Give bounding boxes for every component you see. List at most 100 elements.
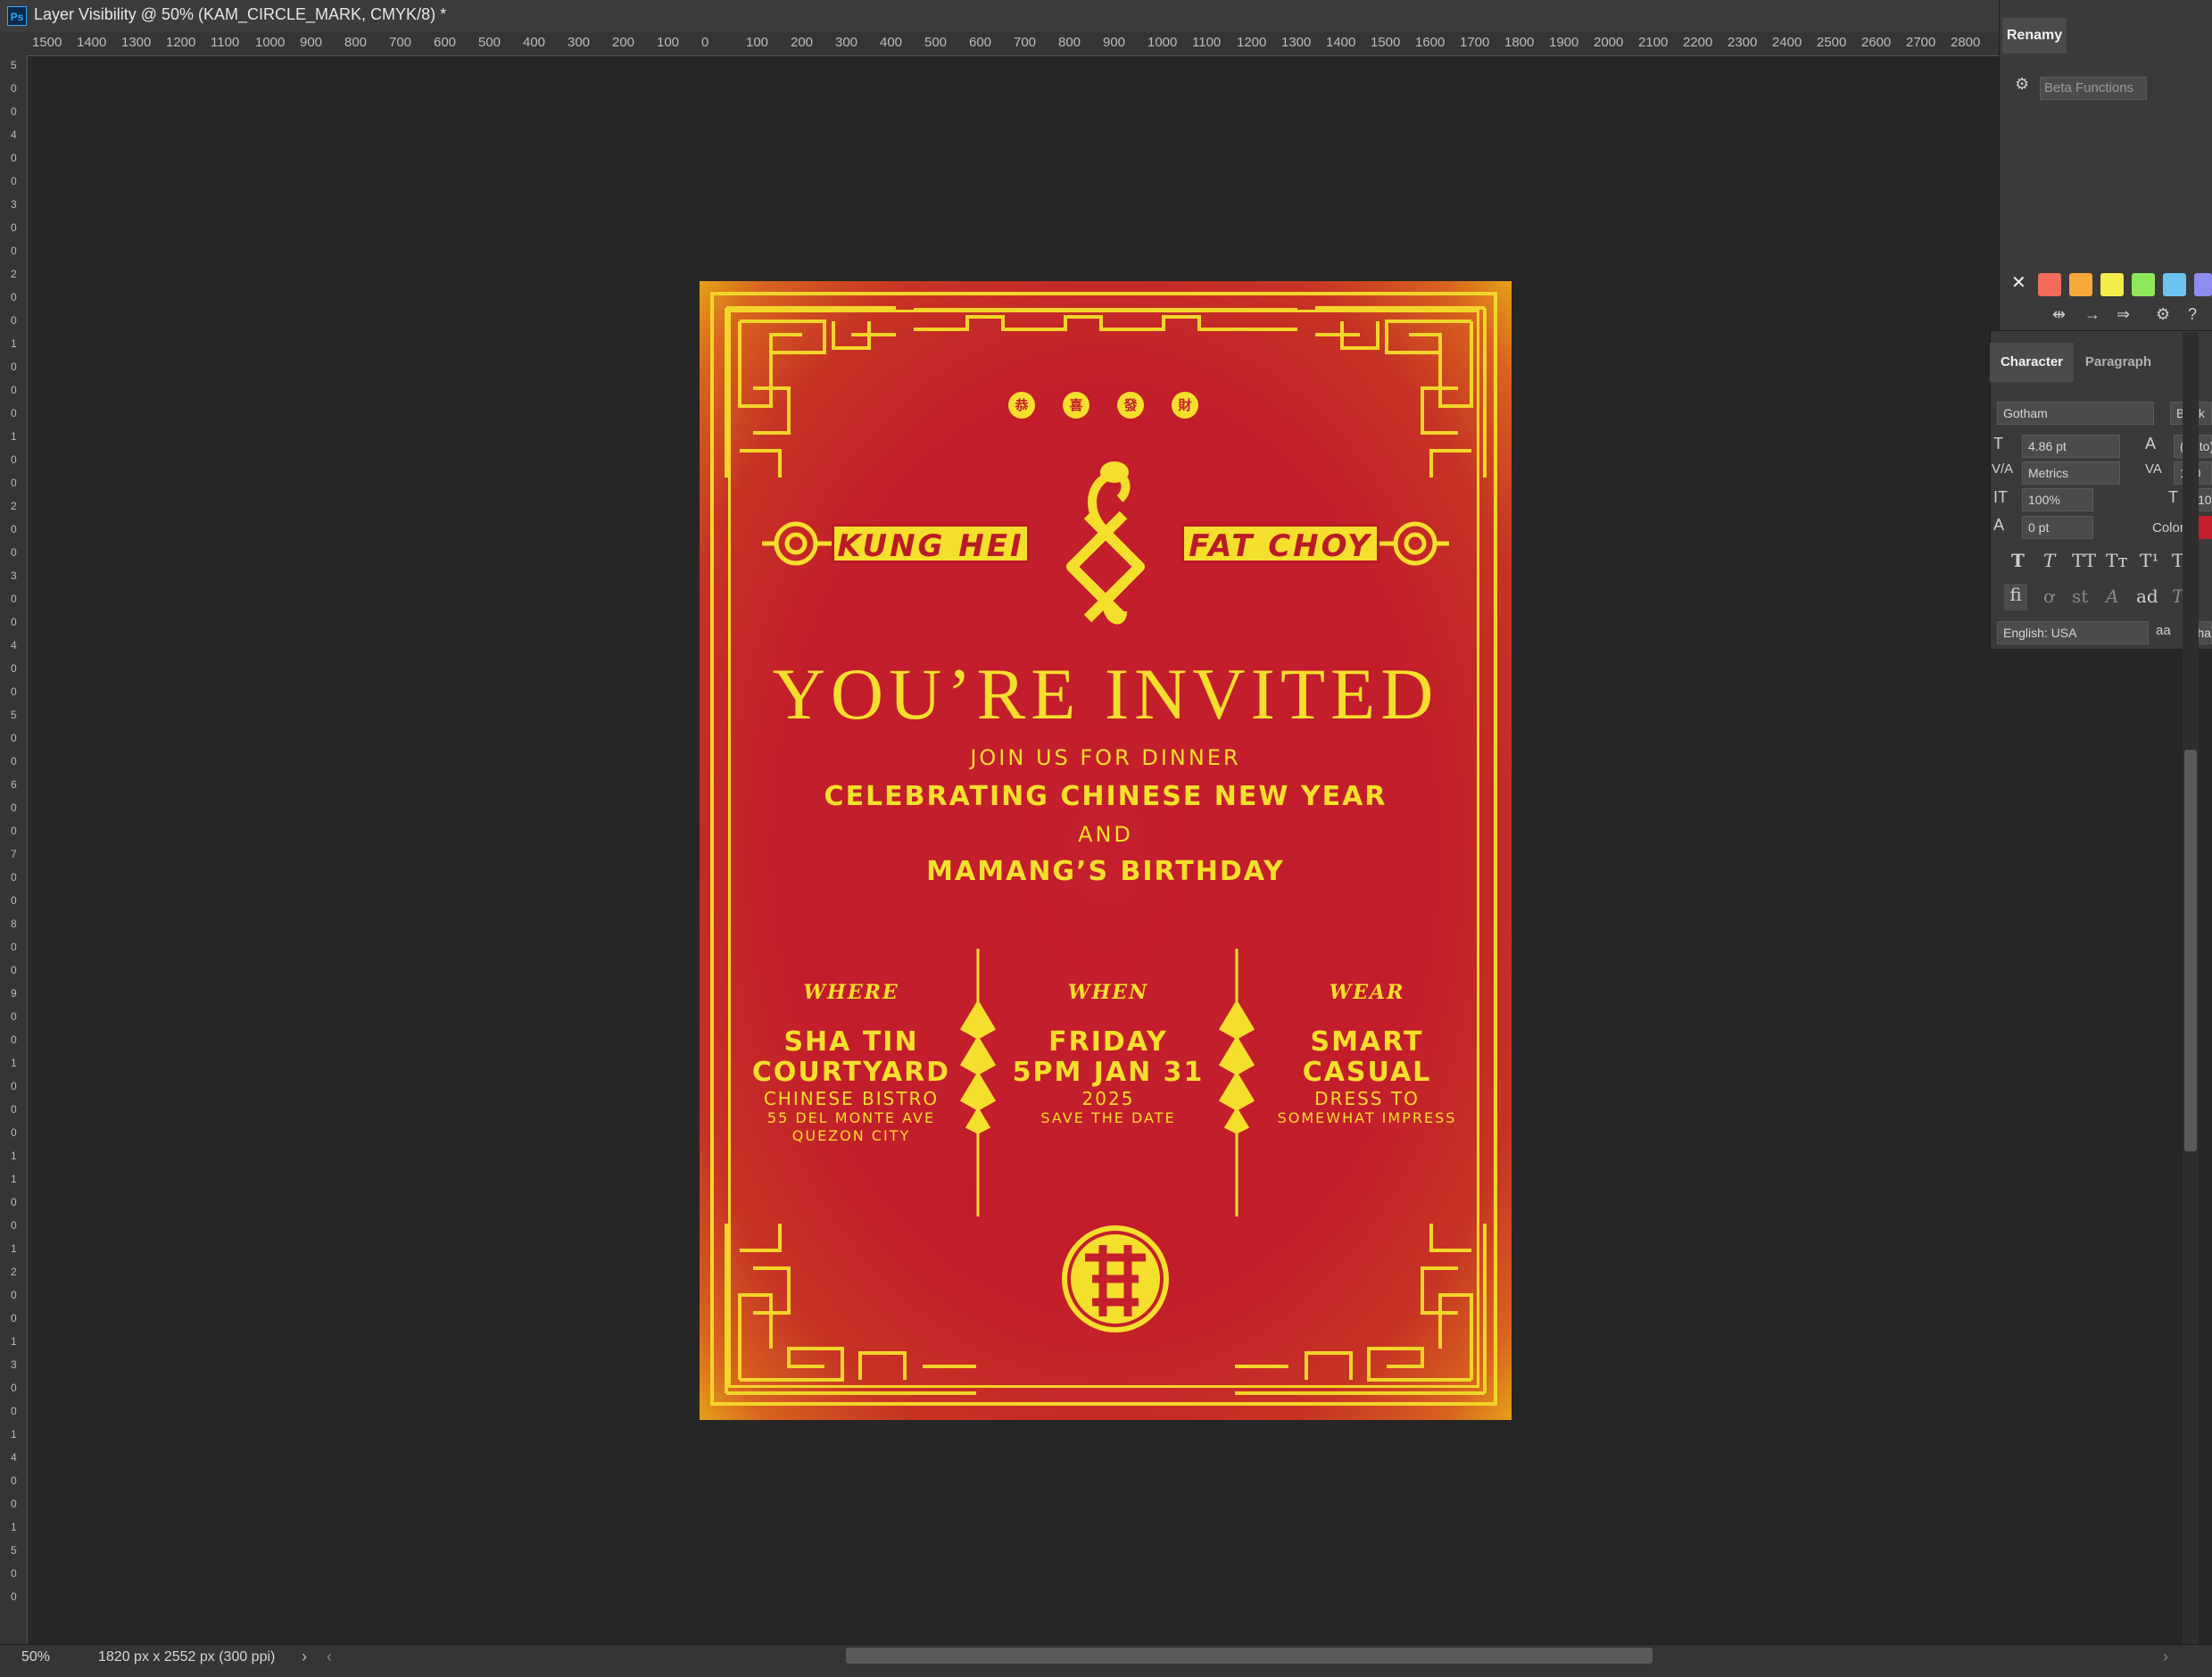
ruler-tick-label: 2000 [1594, 35, 1624, 50]
ruler-tick-label: 500 [478, 35, 501, 50]
where-line3: CHINESE BISTRO [763, 1088, 940, 1109]
ruler-tick-label: 1 [11, 337, 17, 350]
ruler-tick-label: 7 [11, 848, 17, 860]
vertical-ruler[interactable]: 5 0 0 4 0 0 3 0 0 2 0 0 1 0 0 0 1 0 0 2 0 0 3 0 0 4 0 0 5 0 0 6 0 0 7 0 0 8 0 0… [0, 55, 28, 1644]
leading-icon: A [2145, 435, 2157, 452]
language-select[interactable]: English: USA [1997, 621, 2149, 644]
arrow-right-icon[interactable]: → [2084, 305, 2100, 324]
banner-kung-hei: KUNG HEI [832, 524, 1030, 564]
ruler-tick-label: 600 [969, 35, 992, 50]
zoom-level[interactable]: 50% [21, 1649, 50, 1665]
horizontal-scrollbar-thumb[interactable] [846, 1648, 1653, 1664]
ruler-tick-label: 0 [11, 1103, 17, 1116]
ruler-tick-label: 1200 [1237, 35, 1267, 50]
swatch-blue[interactable] [2163, 273, 2186, 296]
baseline-shift-field[interactable]: 0 pt [2022, 516, 2093, 539]
swatch-purple[interactable] [2194, 273, 2212, 296]
status-arrow-icon[interactable]: › [302, 1648, 307, 1666]
ruler-tick-label: 1000 [255, 35, 286, 50]
ruler-tick-label: 1 [11, 1428, 17, 1440]
ruler-tick-label: 4 [11, 1451, 17, 1464]
ruler-tick-label: 3 [11, 1358, 17, 1371]
font-size-icon: T [1993, 435, 2003, 452]
ruler-tick-label: 0 [11, 1312, 17, 1324]
ruler-tick-label: 1000 [1147, 35, 1178, 50]
settings-gear-icon[interactable]: ⚙ [2015, 75, 2029, 94]
when-line2: 5PM JAN 31 [1012, 1057, 1205, 1088]
ruler-tick-label: 5 [11, 59, 17, 71]
ruler-tick-label: 1300 [121, 35, 152, 50]
clear-color-icon[interactable]: ✕ [2011, 271, 2026, 294]
wear-line3: DRESS TO [1314, 1088, 1420, 1109]
when-line3: 2025 [1081, 1088, 1135, 1109]
ruler-tick-label: 1 [11, 1150, 17, 1162]
ruler-tick-label: 0 [11, 871, 17, 884]
antialias-icon: aa [2156, 623, 2171, 638]
vertical-scrollbar-thumb[interactable] [2184, 750, 2197, 1151]
tab-character[interactable]: Character [1990, 343, 2074, 382]
ruler-tick-label: 2 [11, 268, 17, 280]
font-size-field[interactable]: 4.86 pt [2022, 435, 2120, 458]
document-size[interactable]: 1820 px x 2552 px (300 ppi) [98, 1649, 275, 1665]
firecracker-divider-right-icon [1218, 949, 1255, 1216]
double-arrow-icon[interactable]: ⇒ [2117, 305, 2130, 324]
ruler-tick-label: 1 [11, 1242, 17, 1255]
ruler-tick-label: 2100 [1638, 35, 1669, 50]
scroll-right-icon[interactable]: › [2163, 1648, 2168, 1666]
when-line1: FRIDAY [1048, 1026, 1168, 1058]
ruler-tick-label: 0 [11, 685, 17, 698]
faux-bold-icon[interactable]: T [2011, 550, 2025, 571]
swatch-green[interactable] [2132, 273, 2155, 296]
ruler-tick-label: 0 [11, 407, 17, 419]
ruler-tick-label: 1100 [211, 35, 240, 50]
ruler-tick-label: 2700 [1906, 35, 1936, 50]
rename-icon[interactable]: ⇹ [2052, 305, 2066, 324]
font-family-select[interactable]: Gotham [1997, 402, 2154, 425]
document-tab-title[interactable]: Layer Visibility @ 50% (KAM_CIRCLE_MARK,… [34, 5, 446, 24]
gear-icon[interactable]: ⚙ [2156, 305, 2170, 324]
wear-line1: SMART [1310, 1026, 1424, 1058]
help-icon[interactable]: ? [2188, 305, 2197, 324]
ruler-tick-label: 900 [300, 35, 323, 50]
all-caps-icon[interactable]: TT [2072, 550, 2096, 571]
ruler-tick-label: 800 [1058, 35, 1081, 50]
tab-renamy[interactable]: Renamy [2002, 18, 2067, 54]
superscript-icon[interactable]: T¹ [2140, 550, 2158, 571]
ligatures-icon[interactable]: ﬁ [2004, 584, 2027, 610]
vertical-scale-field[interactable]: 100% [2022, 488, 2093, 511]
small-caps-icon[interactable]: Tт [2106, 550, 2127, 571]
beta-functions-field[interactable]: Beta Functions [2040, 77, 2147, 100]
scroll-left-icon[interactable]: ‹ [327, 1648, 332, 1666]
ruler-tick-label: 200 [791, 35, 814, 50]
ruler-tick-label: 1500 [1371, 35, 1401, 50]
cloud-scroll-left-icon [762, 521, 832, 566]
ruler-tick-label: 0 [11, 1034, 17, 1046]
ruler-tick-label: 5 [11, 1544, 17, 1557]
faux-italic-icon[interactable]: T [2043, 550, 2055, 571]
ruler-tick-label: 2500 [1817, 35, 1847, 50]
ruler-tick-label: 0 [11, 1567, 17, 1580]
document-artboard[interactable]: 恭 喜 發 財 KUNG HEI FAT CHOY YOU’RE INVITED… [700, 281, 1512, 1420]
swatch-yellow[interactable] [2100, 273, 2124, 296]
stylistic-alternates-icon[interactable]: ad [2136, 585, 2158, 607]
invite-line-and: AND [1078, 822, 1133, 847]
horizontal-ruler[interactable]: 1500 1400 1300 1200 1100 1000 900 800 700 600 500 4… [0, 32, 1999, 56]
ruler-tick-label: 0 [11, 1219, 17, 1232]
ruler-tick-label: 0 [11, 825, 17, 837]
ruler-tick-label: 0 [11, 1590, 17, 1603]
ruler-tick-label: 3 [11, 198, 17, 211]
ruler-tick-label: 1 [11, 1521, 17, 1533]
invite-line-celebrating: CELEBRATING CHINESE NEW YEAR [824, 781, 1388, 812]
kerning-field[interactable]: Metrics [2022, 461, 2120, 485]
swatch-red[interactable] [2038, 273, 2061, 296]
discretionary-ligatures-icon[interactable]: ơ [2043, 585, 2054, 607]
ruler-tick-label: 0 [11, 82, 17, 95]
tab-paragraph[interactable]: Paragraph [2075, 343, 2161, 382]
swash-icon[interactable]: A [2106, 585, 2118, 607]
oldstyle-icon[interactable]: st [2072, 585, 2088, 607]
snake-knot-icon [1066, 461, 1145, 625]
ruler-tick-label: 800 [344, 35, 368, 50]
ruler-tick-label: 0 [11, 175, 17, 187]
when-line4: SAVE THE DATE [1040, 1109, 1176, 1126]
swatch-orange[interactable] [2069, 273, 2092, 296]
